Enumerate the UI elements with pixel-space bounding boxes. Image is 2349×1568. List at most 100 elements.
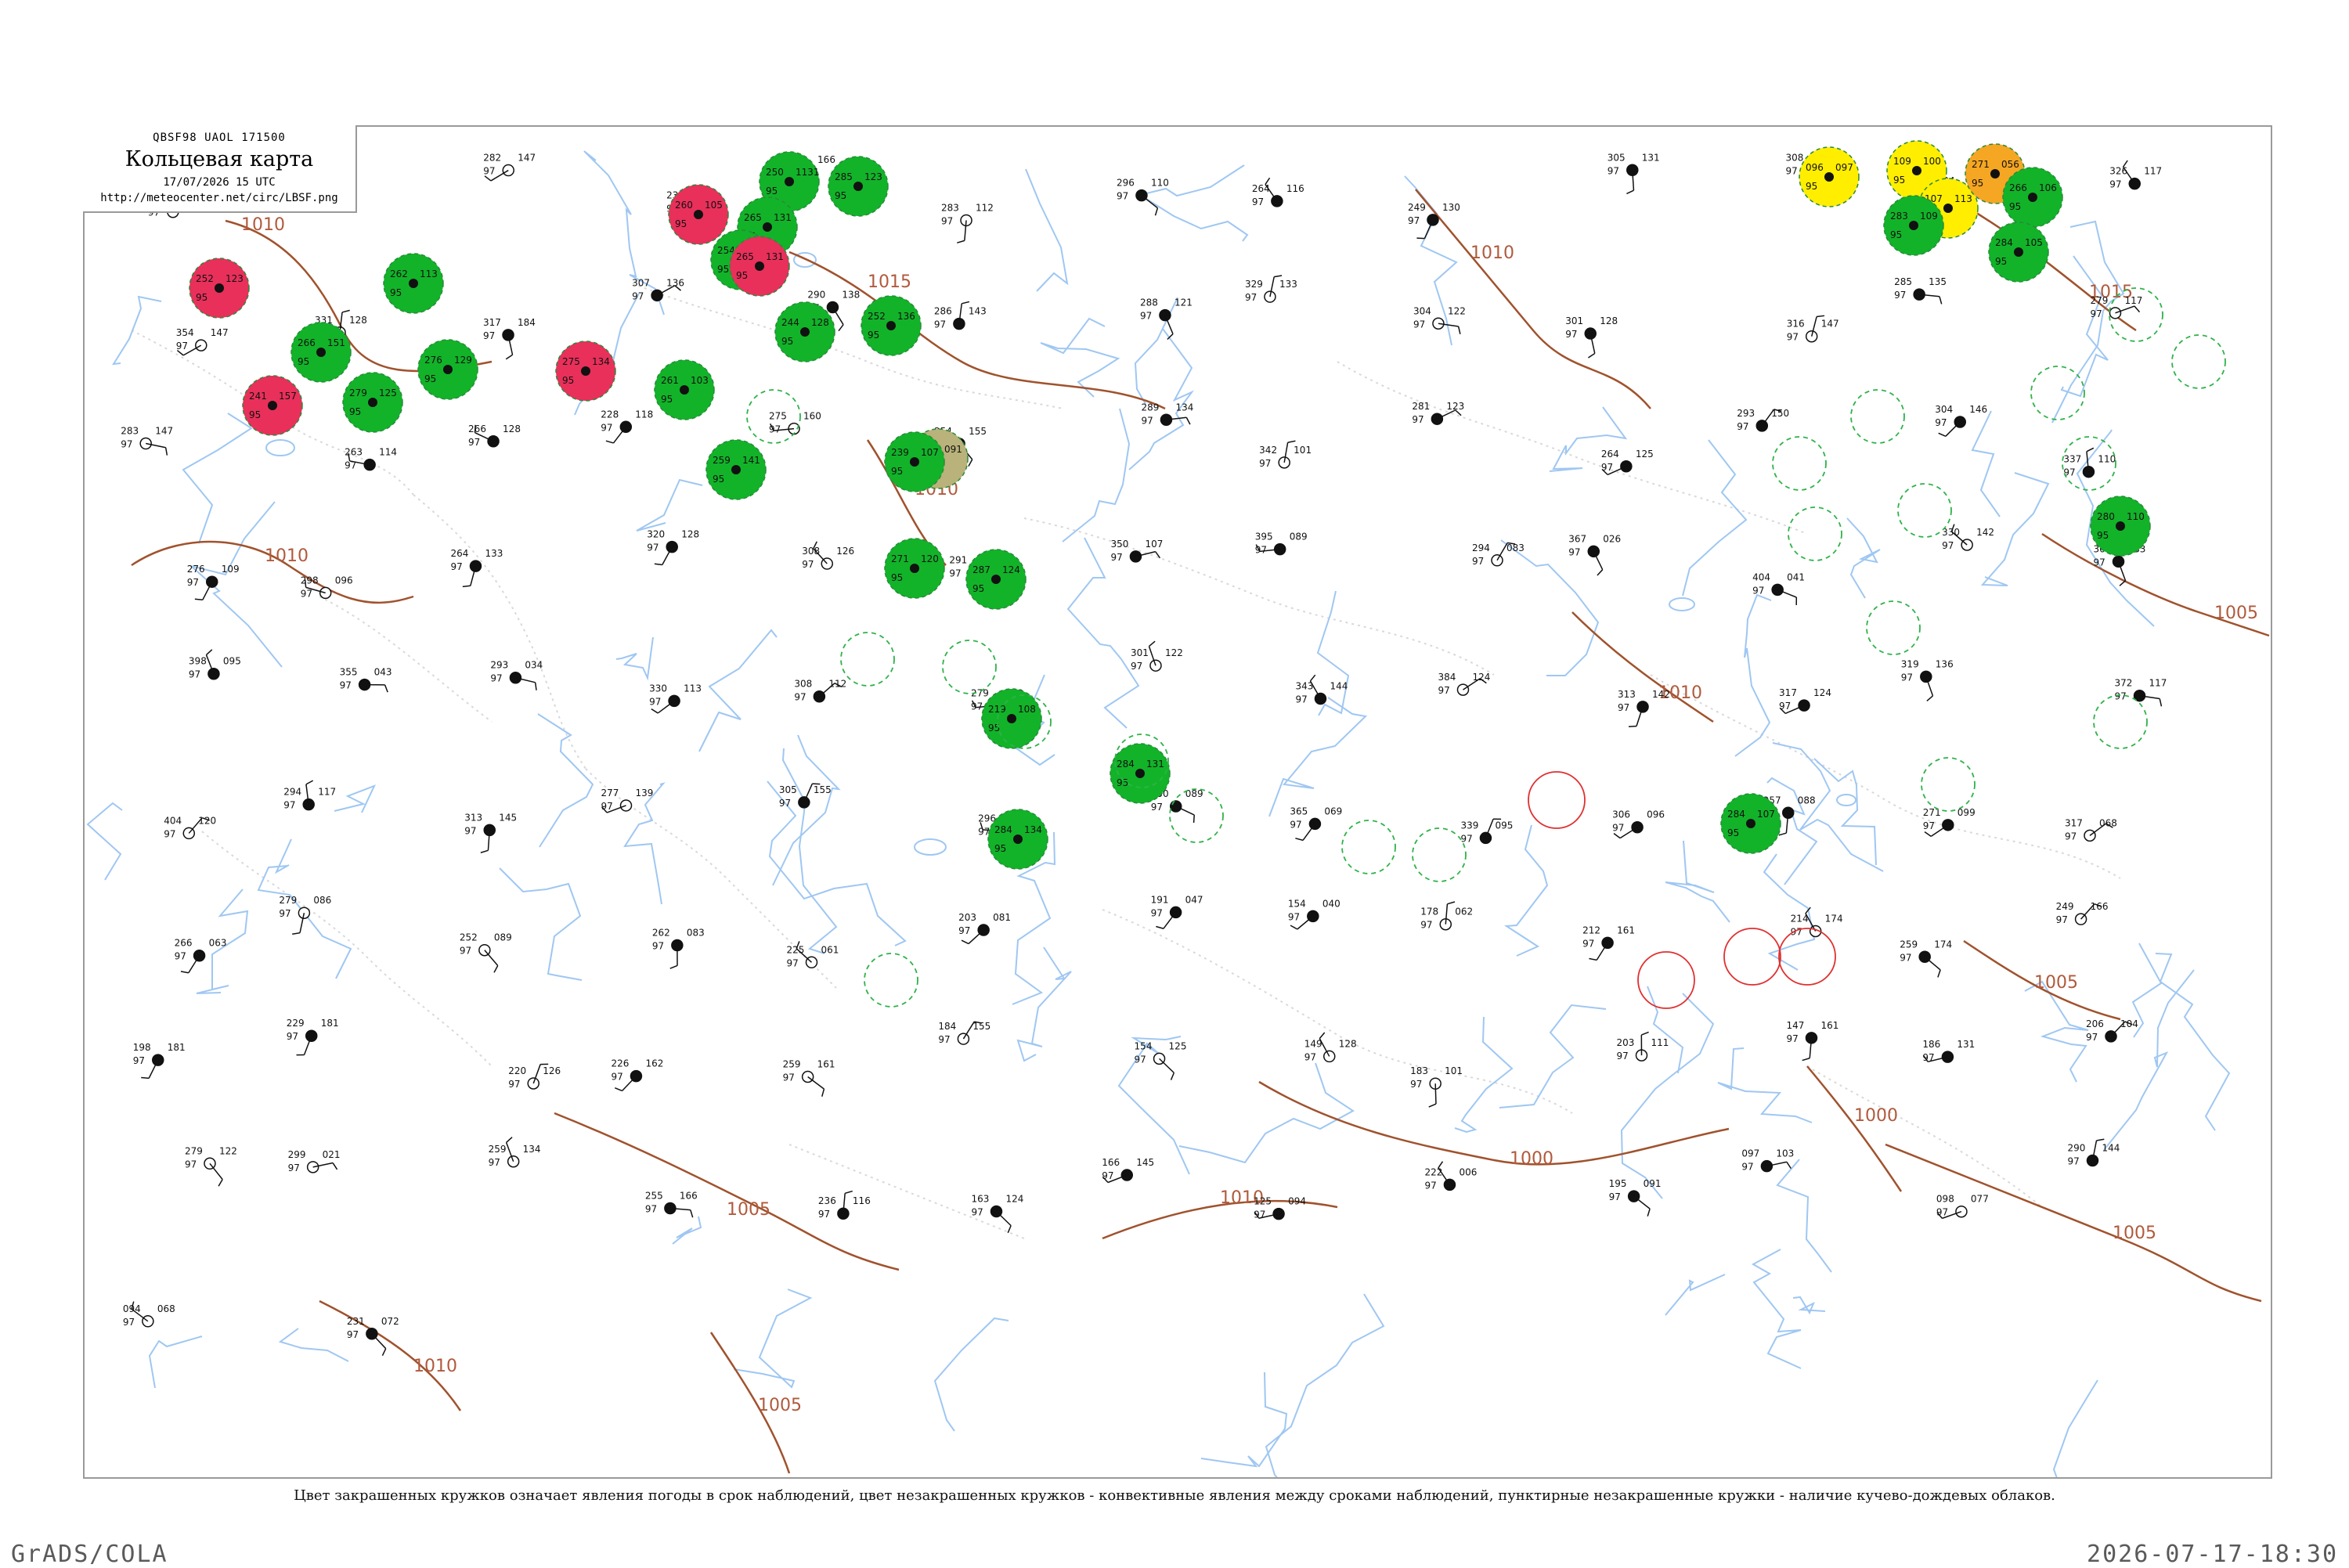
station-pressure: 123 xyxy=(864,171,882,182)
station-pressure: 068 xyxy=(157,1303,175,1314)
station-plot: 228 97 118 xyxy=(601,409,653,443)
river-line xyxy=(1814,759,1876,865)
station-dew: 97 xyxy=(2068,1156,2080,1167)
station-plot: 27797139 xyxy=(601,788,654,813)
station-temp: 219 xyxy=(988,704,1006,715)
station-temp: 276 xyxy=(187,564,205,575)
station-dew: 97 xyxy=(649,696,661,707)
wind-barb-feather xyxy=(2120,581,2125,586)
wind-barb-feather xyxy=(615,1088,622,1091)
station-dew: 95 xyxy=(1727,827,1739,838)
station-plot: 18697131 xyxy=(1922,1039,1975,1063)
station-dew: 95 xyxy=(717,264,729,275)
station-temp: 284 xyxy=(1117,759,1135,770)
station-pressure: 141 xyxy=(742,455,760,466)
station-plot: 18397101 xyxy=(1410,1065,1463,1107)
wind-barb-feather xyxy=(670,965,677,968)
station-pressure: 112 xyxy=(828,679,846,690)
weather-circle-hail-red: 25212395 xyxy=(189,258,249,318)
station-temp: 316 xyxy=(1787,319,1805,330)
station-dew: 97 xyxy=(818,1209,830,1220)
isobar-line xyxy=(1885,1144,2261,1301)
river-line xyxy=(88,803,122,880)
station-temp: 203 xyxy=(1617,1037,1635,1048)
wind-barb-feather xyxy=(1295,838,1303,841)
wind-barb-feather xyxy=(2087,448,2094,451)
river-line xyxy=(2054,1380,2098,1479)
station-pressure: 128 xyxy=(811,317,829,328)
station-pressure: 094 xyxy=(1288,1196,1306,1207)
convective-circle xyxy=(1528,772,1585,828)
station-pressure: 131 xyxy=(766,251,784,262)
station-pressure: 128 xyxy=(503,424,521,434)
station-temp: 206 xyxy=(2086,1018,2104,1029)
station-pressure: 160 xyxy=(803,411,821,422)
station-dew: 97 xyxy=(1787,332,1799,343)
cb-circle xyxy=(1867,601,1920,654)
station-pressure: 110 xyxy=(2098,454,2116,465)
wind-barb xyxy=(1435,1083,1436,1104)
river-line xyxy=(1506,825,1547,956)
station-plot: 20397081 xyxy=(958,912,1011,944)
wind-barb xyxy=(1164,912,1176,928)
station-plot: 25597166 xyxy=(645,1191,698,1218)
station-pressure: 147 xyxy=(1821,319,1839,330)
station-pressure: 083 xyxy=(687,927,705,938)
station-temp: 259 xyxy=(1900,939,1918,950)
station-plot: 31997136 xyxy=(1901,658,1954,701)
station-temp: 271 xyxy=(1972,159,1990,170)
station-dew: 97 xyxy=(611,1072,622,1083)
station-dew: 97 xyxy=(1412,414,1423,425)
station-pressure: 130 xyxy=(1442,202,1460,213)
station-pressure: 142 xyxy=(1652,689,1670,700)
station-plot: 19197047 xyxy=(1151,894,1203,928)
weather-circle-thunder-green: 28310995 xyxy=(1884,196,1943,255)
wind-barb-feather xyxy=(1597,570,1603,575)
river-line xyxy=(2156,953,2229,1130)
station-temp: 290 xyxy=(2068,1143,2086,1154)
river-line xyxy=(1266,1294,1384,1479)
station-pressure: 112 xyxy=(976,202,994,213)
station-temp: 355 xyxy=(340,667,358,678)
cb-circle xyxy=(841,633,894,686)
station-pressure: 134 xyxy=(592,356,610,367)
river-line xyxy=(280,1328,348,1361)
station-dew: 97 xyxy=(1786,1033,1798,1044)
station-pressure: 118 xyxy=(635,409,653,420)
station-temp: 319 xyxy=(1901,658,1919,669)
station-marker xyxy=(886,321,896,330)
station-dew: 97 xyxy=(1420,920,1432,931)
station-temp: 317 xyxy=(1779,687,1797,698)
station-temp: 228 xyxy=(601,409,619,420)
station-temp: 264 xyxy=(1252,183,1270,194)
wind-barb-feather xyxy=(1459,326,1460,334)
lake xyxy=(1837,795,1856,806)
station-pressure: 135 xyxy=(1929,276,1947,287)
station-temp: 236 xyxy=(818,1195,836,1206)
station-marker xyxy=(1909,221,1918,230)
weather-circle-thunder-green: 28712495 xyxy=(966,550,1026,609)
station-dew: 97 xyxy=(787,957,799,968)
wind-barb-feather xyxy=(1156,208,1158,216)
station-pressure: 107 xyxy=(921,447,939,458)
station-pressure: 120 xyxy=(198,815,216,826)
station-plot: 22297006 xyxy=(1424,1162,1477,1191)
station-dew: 97 xyxy=(601,422,612,433)
wind-barb-feather xyxy=(1787,1162,1791,1168)
station-pressure: 181 xyxy=(321,1018,339,1029)
station-dew: 95 xyxy=(349,406,361,417)
station-marker xyxy=(651,290,662,301)
station-temp: 304 xyxy=(1935,404,1953,415)
station-temp: 329 xyxy=(1245,279,1263,290)
station-dew: 97 xyxy=(1922,1052,1934,1063)
station-dew: 97 xyxy=(1460,833,1472,844)
station-dew: 97 xyxy=(1259,458,1271,469)
river-line xyxy=(1455,1017,1512,1132)
river-line xyxy=(1179,1063,1353,1162)
station-pressure: 147 xyxy=(211,327,229,338)
station-plot: 39897095 xyxy=(189,650,241,680)
river-line xyxy=(1140,165,1247,241)
station-temp: 271 xyxy=(891,553,909,564)
station-pressure: 061 xyxy=(821,944,839,955)
station-dew: 97 xyxy=(647,542,659,553)
